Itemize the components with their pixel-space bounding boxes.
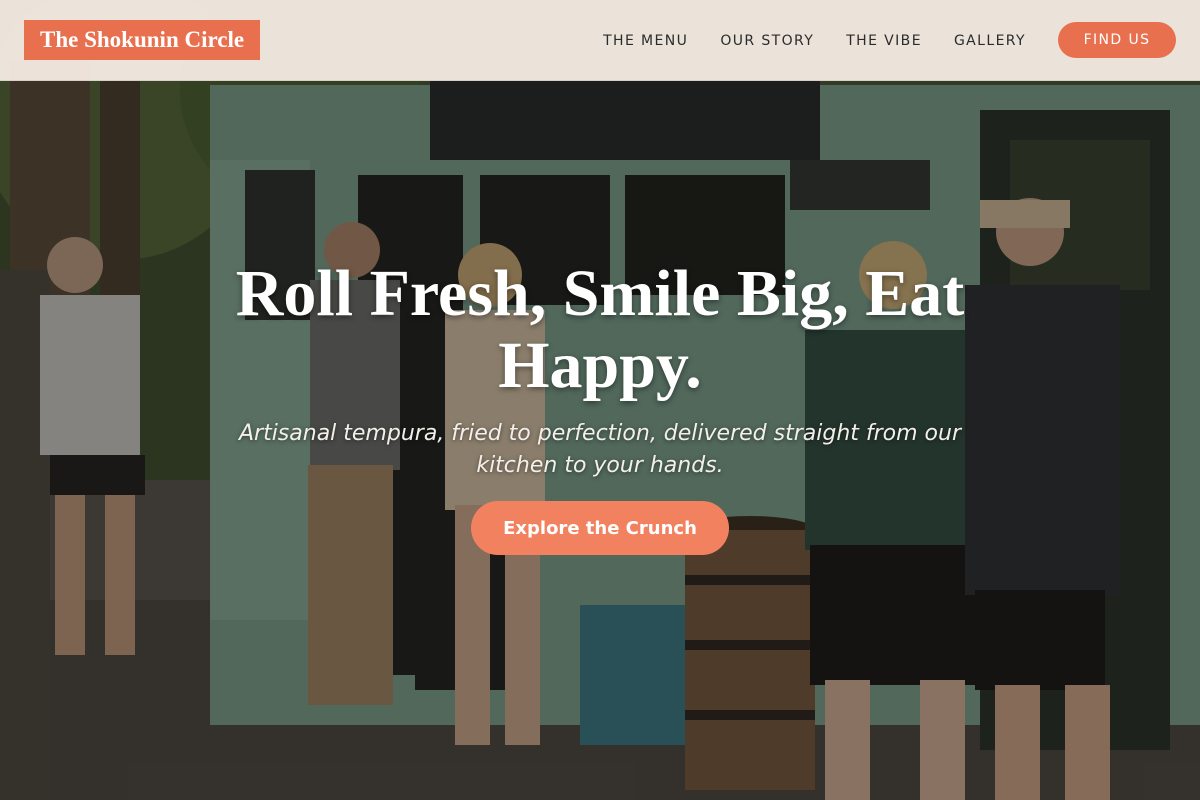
hero-subheadline: Artisanal tempura, fried to perfection, … [238,421,962,478]
explore-the-crunch-button[interactable]: Explore the Crunch [471,501,729,555]
nav-link-the-vibe[interactable]: THE VIBE [846,33,922,49]
main-nav: THE MENU OUR STORY THE VIBE GALLERY [571,0,1026,81]
nav-link-gallery[interactable]: GALLERY [954,33,1026,49]
brand-logo[interactable]: The Shokunin Circle [24,20,261,60]
site-header: The Shokunin Circle THE MENU OUR STORY T… [0,0,1200,81]
nav-link-the-menu[interactable]: THE MENU [603,33,688,49]
hero-headline: Roll Fresh, Smile Big, Eat Happy. [235,257,965,402]
find-us-button[interactable]: FIND US [1058,22,1176,58]
nav-link-our-story[interactable]: OUR STORY [720,33,814,49]
